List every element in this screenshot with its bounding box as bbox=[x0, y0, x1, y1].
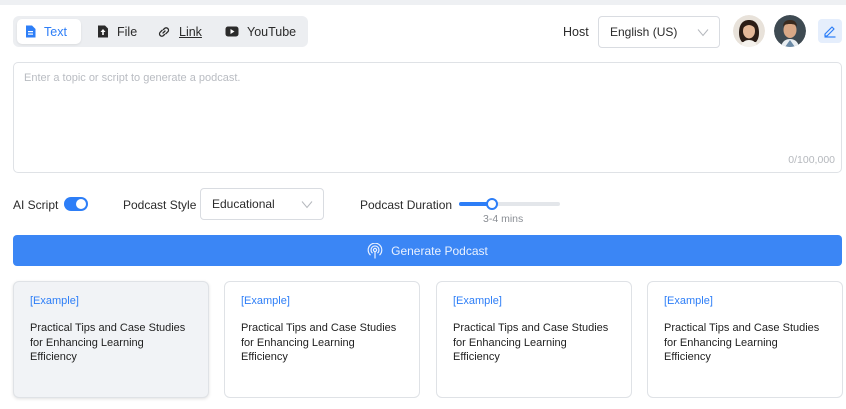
edit-hosts-button[interactable] bbox=[818, 19, 842, 43]
document-icon bbox=[26, 25, 36, 38]
host-language-value: English (US) bbox=[610, 25, 678, 39]
toggle-knob bbox=[76, 199, 86, 209]
tab-text-label: Text bbox=[44, 24, 67, 39]
example-tag: [Example] bbox=[453, 295, 502, 307]
topic-input[interactable] bbox=[24, 72, 824, 152]
tab-youtube-label: YouTube bbox=[247, 24, 297, 39]
pencil-icon bbox=[824, 26, 836, 38]
upload-file-icon bbox=[98, 25, 108, 38]
host-language-select[interactable]: English (US) bbox=[598, 16, 720, 48]
podcast-style-select[interactable]: Educational bbox=[200, 188, 324, 220]
ai-script-toggle[interactable] bbox=[64, 197, 88, 211]
tab-youtube[interactable]: YouTube bbox=[217, 19, 305, 44]
example-title: Practical Tips and Case Studies for Enha… bbox=[453, 322, 609, 363]
example-title: Practical Tips and Case Studies for Enha… bbox=[664, 322, 820, 363]
character-counter: 0/100,000 bbox=[788, 154, 835, 166]
host-label: Host bbox=[563, 25, 589, 39]
female-host-avatar[interactable] bbox=[733, 15, 765, 47]
example-title: Practical Tips and Case Studies for Enha… bbox=[241, 322, 397, 363]
source-tabs: Text File Link YouTube bbox=[13, 16, 308, 47]
tab-link-label: Link bbox=[179, 24, 202, 39]
podcast-style-value: Educational bbox=[212, 197, 275, 211]
example-card[interactable]: [Example] Practical Tips and Case Studie… bbox=[647, 281, 843, 398]
duration-value: 3-4 mins bbox=[483, 213, 524, 225]
topic-box: 0/100,000 bbox=[13, 62, 842, 173]
tab-file-label: File bbox=[117, 24, 138, 39]
generate-podcast-label: Generate Podcast bbox=[391, 243, 488, 258]
link-icon bbox=[158, 26, 170, 37]
example-tag: [Example] bbox=[664, 295, 713, 307]
podcast-style-label: Podcast Style bbox=[123, 198, 197, 212]
example-card[interactable]: [Example] Practical Tips and Case Studie… bbox=[13, 281, 209, 398]
example-title: Practical Tips and Case Studies for Enha… bbox=[30, 322, 186, 363]
chevron-down-icon bbox=[301, 201, 313, 209]
youtube-icon bbox=[225, 26, 239, 37]
example-tag: [Example] bbox=[30, 295, 79, 307]
podcast-duration-label: Podcast Duration bbox=[360, 198, 453, 212]
tab-file[interactable]: File bbox=[89, 19, 147, 44]
example-card[interactable]: [Example] Practical Tips and Case Studie… bbox=[436, 281, 632, 398]
male-host-avatar[interactable] bbox=[774, 15, 806, 47]
generate-podcast-button[interactable]: Generate Podcast bbox=[13, 235, 842, 266]
tab-text[interactable]: Text bbox=[17, 19, 81, 44]
top-strip bbox=[0, 0, 846, 5]
duration-slider[interactable] bbox=[459, 197, 560, 211]
chevron-down-icon bbox=[697, 29, 709, 37]
tab-link[interactable]: Link bbox=[149, 19, 215, 44]
example-tag: [Example] bbox=[241, 295, 290, 307]
ai-script-label: AI Script bbox=[13, 198, 59, 212]
slider-thumb[interactable] bbox=[486, 198, 499, 210]
broadcast-icon bbox=[367, 242, 383, 259]
example-card[interactable]: [Example] Practical Tips and Case Studie… bbox=[224, 281, 420, 398]
